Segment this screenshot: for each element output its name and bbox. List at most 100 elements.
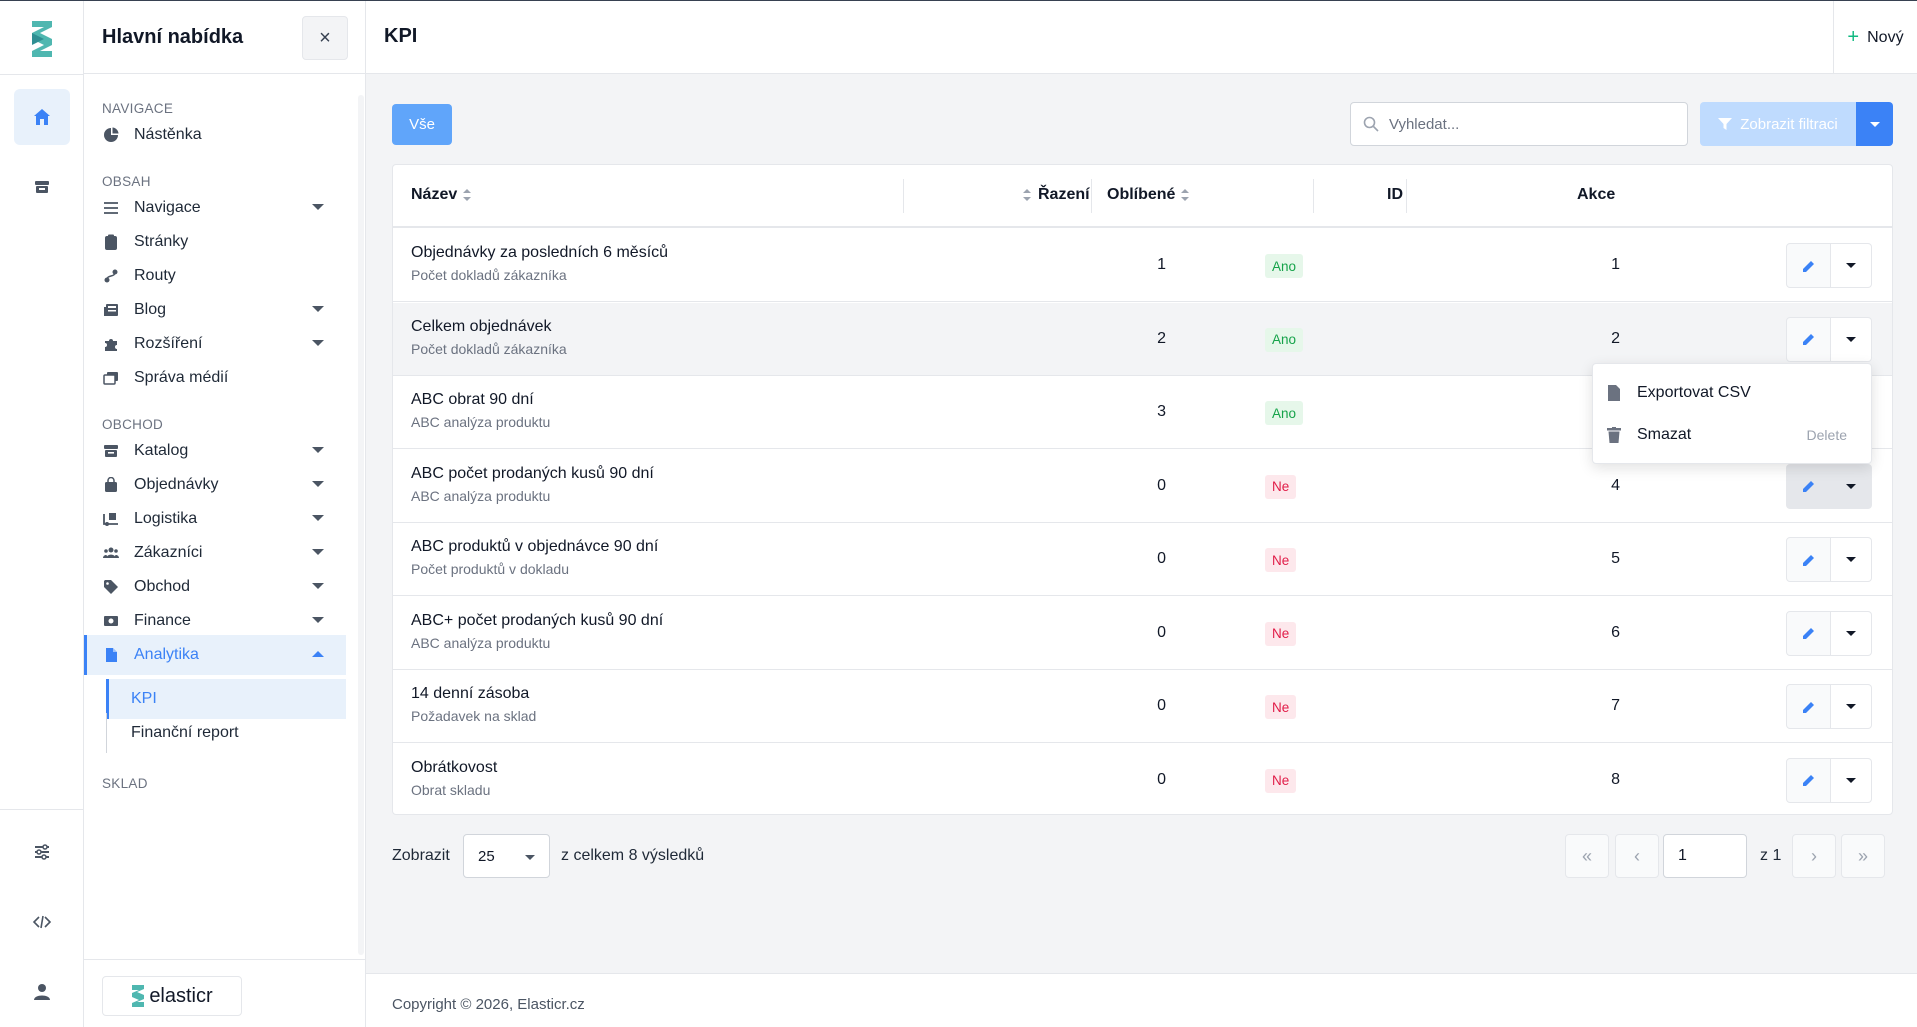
prev-page-button[interactable]: ‹ [1615,834,1659,878]
column-header-name[interactable]: Název [411,186,472,204]
kpi-order: 3 [1157,403,1166,420]
kpi-description: Počet dokladů zákazníka [411,340,567,357]
row-actions-dropdown: Exportovat CSV Smazat Delete [1592,363,1872,464]
kpi-name[interactable]: ABC produktů v objednávce 90 dní [411,538,658,556]
edit-button[interactable] [1786,537,1831,582]
column-header-id[interactable]: ID [1387,186,1403,204]
chevron-down-icon [312,481,324,487]
edit-button[interactable] [1786,610,1831,656]
first-page-button[interactable]: « [1565,834,1609,878]
next-page-button[interactable]: › [1792,834,1836,878]
chevron-down-icon [1846,336,1856,342]
filter-all-button[interactable]: Vše [392,104,452,145]
column-header-favorite[interactable]: Oblíbené [1107,186,1190,204]
favorite-badge: Ne [1265,548,1297,572]
users-icon [102,544,120,562]
brand-badge[interactable]: elasticr [102,976,242,1016]
table-row[interactable]: 14 denní zásoba Požadavek na sklad 0 Ne 7 [393,670,1892,743]
edit-button[interactable] [1786,757,1831,803]
search-input[interactable]: Vyhledat... [1350,102,1688,146]
row-actions-toggle[interactable] [1831,316,1872,362]
row-actions-toggle[interactable] [1831,463,1872,509]
brand-name: elasticr [149,984,213,1007]
file-icon [1608,385,1620,401]
chevron-down-icon [312,617,324,623]
kpi-name[interactable]: ABC+ počet prodaných kusů 90 dní [411,612,663,630]
delete-menu-item[interactable]: Smazat Delete [1593,414,1873,456]
chevron-down-icon [525,855,535,860]
filter-options-button[interactable] [1856,102,1893,146]
menu-item-sprava-medii[interactable]: Správa médií [84,358,346,398]
chevron-down-icon [312,447,324,453]
rail-home-button[interactable] [14,89,70,145]
kpi-description: Počet produktů v dokladu [411,561,569,577]
pencil-icon [1802,775,1814,786]
sort-icon [1023,188,1031,201]
kpi-name[interactable]: ABC počet prodaných kusů 90 dní [411,465,654,483]
menu-scroll-area[interactable]: NAVIGACE Nástěnka OBSAH Navigace Stránky… [84,75,366,960]
last-page-button[interactable]: » [1841,834,1885,878]
per-page-select[interactable]: 25 [463,834,550,878]
pencil-icon [1802,701,1814,713]
table-row[interactable]: ABC produktů v objednávce 90 dní Počet pr… [393,523,1892,596]
pencil-icon [1802,554,1814,566]
new-button[interactable]: + Nový [1833,1,1917,74]
export-csv-menu-item[interactable]: Exportovat CSV [1593,372,1873,414]
kpi-order: 0 [1157,770,1166,788]
edit-button[interactable] [1786,684,1831,729]
edit-button[interactable] [1786,243,1831,288]
elasticr-logo-icon[interactable] [28,17,56,61]
table-header: Název Řazení Oblíbené ID Akce [393,165,1892,228]
kpi-name[interactable]: ABC obrat 90 dní [411,391,534,409]
per-page-value: 25 [478,847,495,865]
code-icon [32,915,52,929]
menu-item-analytika[interactable]: Analytika [84,635,346,675]
chevron-down-icon [1846,483,1856,489]
file-icon [102,646,120,664]
table-row[interactable]: Objednávky za posledních 6 měsíců Počet d… [393,229,1892,302]
row-actions-toggle[interactable] [1831,757,1872,803]
kpi-name[interactable]: 14 denní zásoba [411,685,529,703]
column-header-order[interactable]: Řazení [1023,186,1090,204]
chevron-down-icon [1846,777,1856,783]
money-bill-icon [102,612,120,630]
favorite-badge: Ano [1265,401,1304,425]
edit-button[interactable] [1786,316,1831,362]
show-filter-button[interactable]: Zobrazit filtraci [1700,102,1856,146]
kpi-description: ABC analýza produktu [411,487,551,504]
kpi-name[interactable]: Obrátkovost [411,759,497,777]
rail-code-button[interactable] [14,894,70,950]
kpi-id: 8 [1611,770,1620,788]
page-number-input[interactable]: 1 [1663,834,1747,878]
user-icon [34,984,50,1000]
elasticr-logo-icon [132,985,145,1007]
store-icon [35,181,49,193]
rail-store-button[interactable] [14,159,70,215]
row-actions-toggle[interactable] [1831,684,1872,729]
row-actions-toggle[interactable] [1831,610,1872,656]
menu-close-button[interactable]: × [302,16,348,60]
rail-settings-button[interactable] [14,824,70,880]
menu-item-nastenka[interactable]: Nástěnka [84,115,346,155]
rail-user-button[interactable] [14,964,70,1020]
total-results-label: z celkem 8 výsledků [561,847,705,864]
kpi-order: 2 [1157,329,1166,347]
kpi-order: 0 [1157,550,1166,567]
main-content: KPI + Nový Vše Vyhledat... Zobrazit filt… [366,1,1917,1027]
kpi-id: 5 [1611,550,1620,567]
menu-scrollbar[interactable] [358,95,364,955]
menu-item-label: Blog [134,301,167,318]
kpi-name[interactable]: Objednávky za posledních 6 měsíců [411,244,668,262]
table-row[interactable]: ABC+ počet prodaných kusů 90 dní ABC anal… [393,597,1892,670]
submenu-item-financni-report[interactable]: Finanční report [106,713,346,753]
kpi-name[interactable]: Celkem objednávek [411,318,552,336]
table-row[interactable]: Obrátkovost Obrat skladu 0 Ne 8 [393,744,1892,817]
chevron-down-icon [312,515,324,521]
row-actions-toggle[interactable] [1831,537,1872,582]
top-bar: KPI + Nový [366,1,1917,74]
sort-icon [1181,188,1190,201]
edit-button[interactable] [1786,463,1831,509]
row-actions-toggle[interactable] [1831,243,1872,288]
section-obchod: OBCHOD [102,417,164,432]
kpi-description: Požadavek na sklad [411,708,537,724]
